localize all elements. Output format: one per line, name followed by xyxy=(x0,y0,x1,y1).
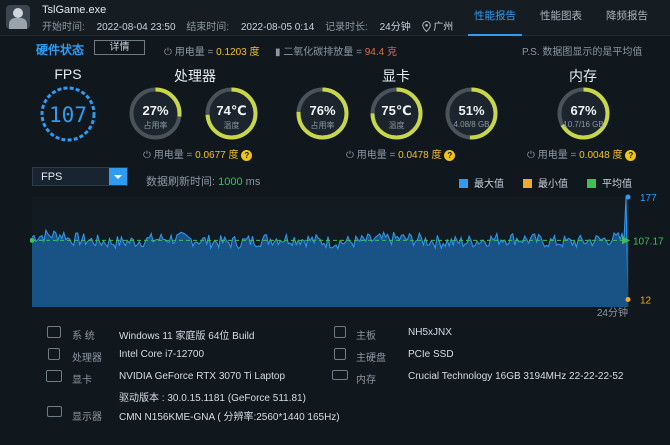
metric-selected: FPS xyxy=(41,171,63,183)
disk-value: PCIe SSD xyxy=(408,349,454,360)
gpu-value: NVIDIA GeForce RTX 3070 Ti Laptop xyxy=(119,371,286,382)
memory-value: Crucial Technology 16GB 3194MHz 22-22-22… xyxy=(408,371,624,382)
memory-power: ⏻ 用电量 = 0.0048 度 ? xyxy=(527,146,637,161)
legend-min: 最小值 xyxy=(523,175,568,190)
cpu-temp-label: 温度 xyxy=(223,121,240,130)
process-name: TslGame.exe xyxy=(42,4,107,16)
title-bar: TslGame.exe 开始时间: 2022-08-04 23:50 结束时间:… xyxy=(0,0,670,36)
cpu-usage-value: 27% xyxy=(142,103,169,118)
total-power: ⏻ 用电量 = 0.1203 度 xyxy=(164,47,260,58)
help-icon[interactable]: ? xyxy=(444,150,456,161)
memory-usage-label: 10.7/16 GB xyxy=(563,120,604,129)
monitor-value: CMN N156KME-GNA ( 分辨率:2560*1440 165Hz) xyxy=(119,412,340,423)
gpu-vram-gauge: 51% 4.08/8 GB xyxy=(444,86,499,141)
power-plug-icon: ⏻ xyxy=(143,150,151,161)
memory-title: 内存 xyxy=(569,68,597,84)
app-avatar-icon xyxy=(6,5,30,29)
co2-emission: ▮ 二氧化碳排放量 = 94.4 克 xyxy=(275,47,397,58)
location: 广州 xyxy=(433,22,454,33)
gpu-usage-label: 占用率 xyxy=(310,121,335,130)
location-pin-icon xyxy=(421,20,431,33)
tab-throttle-report[interactable]: 降频报告 xyxy=(600,0,654,36)
details-button[interactable]: 详情 xyxy=(94,40,145,55)
power-plug-icon: ⏻ xyxy=(346,150,354,161)
gpu-temp-value: 75℃ xyxy=(381,103,412,118)
fps-ring: 107 xyxy=(40,86,96,142)
end-time: 2022-08-05 0:14 xyxy=(240,22,315,33)
cpu-usage-label: 占用率 xyxy=(143,121,168,130)
fps-chart: 177 107.17 12 24分钟 xyxy=(30,194,664,319)
memory-usage-gauge: 67% 10.7/16 GB xyxy=(556,86,611,141)
fps-title: FPS xyxy=(54,66,82,82)
help-icon[interactable]: ? xyxy=(241,150,253,161)
cpu-temp-value: 74℃ xyxy=(216,103,247,118)
duration: 24分钟 xyxy=(379,22,411,33)
gpu-usage-value: 76% xyxy=(309,103,336,118)
cpu-temp-gauge: 74℃ 温度 xyxy=(204,86,259,141)
cpu-icon xyxy=(48,348,60,360)
hardware-status-title: 硬件状态 xyxy=(36,43,85,57)
max-marker xyxy=(625,194,631,200)
power-plug-icon: ⏻ xyxy=(527,150,535,161)
memory-usage-value: 67% xyxy=(570,103,597,118)
gpu-title: 显卡 xyxy=(382,68,410,84)
cpu-power: ⏻ 用电量 = 0.0677 度 ? xyxy=(143,146,253,161)
fps-value: 107 xyxy=(49,103,87,127)
power-plug-icon: ⏻ xyxy=(164,47,172,58)
min-marker xyxy=(625,297,631,303)
gpu-temp-gauge: 75℃ 温度 xyxy=(369,86,424,141)
os-value: Windows 11 家庭版 64位 Build xyxy=(119,331,255,342)
tab-performance-chart[interactable]: 性能图表 xyxy=(534,0,588,36)
gpu-usage-gauge: 76% 占用率 xyxy=(295,86,350,141)
disk-icon xyxy=(334,348,346,360)
refresh-interval: 数据刷新时间: 1000 ms xyxy=(146,176,261,188)
chevron-down-icon[interactable] xyxy=(109,168,127,185)
average-note: P.S. 数据图显示的是平均值 xyxy=(522,47,643,58)
legend-avg: 平均值 xyxy=(587,175,632,190)
session-meta: 开始时间: 2022-08-04 23:50 结束时间: 2022-08-05 … xyxy=(42,20,454,33)
max-label: 177 xyxy=(640,194,657,204)
motherboard-icon xyxy=(334,326,346,338)
cpu-usage-gauge: 27% 占用率 xyxy=(128,86,183,141)
monitor-icon xyxy=(47,406,62,417)
start-time: 2022-08-04 23:50 xyxy=(96,22,176,33)
cpu-title: 处理器 xyxy=(174,68,216,84)
motherboard-value: NH5xJNX xyxy=(408,327,452,338)
gpu-temp-label: 温度 xyxy=(388,121,405,130)
cpu-value: Intel Core i7-12700 xyxy=(119,349,205,360)
x-end-label: 24分钟 xyxy=(597,306,628,319)
metric-select[interactable]: FPS xyxy=(32,167,128,186)
gpu-power: ⏻ 用电量 = 0.0478 度 ? xyxy=(346,146,456,161)
grid-icon xyxy=(47,326,61,338)
ram-icon xyxy=(332,370,348,380)
gpu-driver-value: 驱动版本 : 30.0.15.1181 (GeForce 511.81) xyxy=(119,393,306,404)
min-label: 12 xyxy=(640,296,652,307)
help-icon[interactable]: ? xyxy=(625,150,637,161)
gpu-vram-value: 51% xyxy=(458,103,485,118)
avg-label: 107.17 xyxy=(633,236,664,247)
co2-icon: ▮ xyxy=(275,47,281,58)
gpu-vram-label: 4.08/8 GB xyxy=(453,120,490,129)
tab-performance-report[interactable]: 性能报告 xyxy=(468,0,522,36)
gpu-icon xyxy=(46,370,62,382)
legend-max: 最大值 xyxy=(459,175,504,190)
